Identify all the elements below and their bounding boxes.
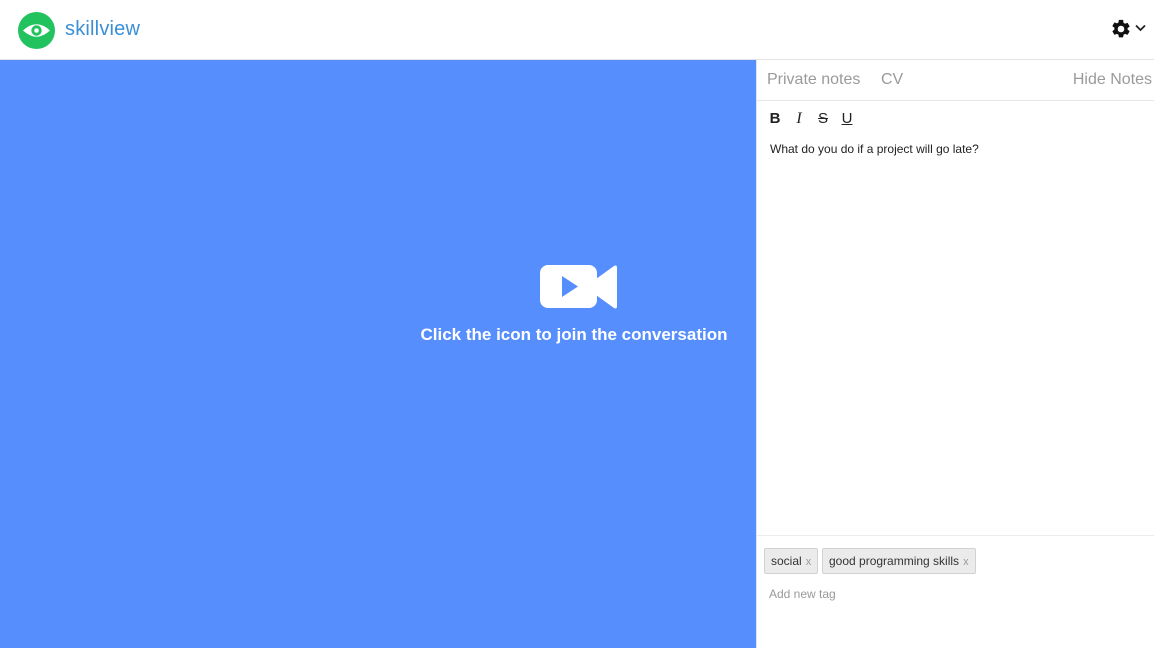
notes-panel: Private notes CV Hide Notes B I S U What… bbox=[756, 60, 1154, 648]
notes-editor[interactable]: What do you do if a project will go late… bbox=[770, 142, 1146, 522]
video-camera-icon[interactable] bbox=[540, 264, 617, 310]
app-header: skillview bbox=[0, 0, 1154, 60]
remove-tag-button[interactable]: x bbox=[806, 556, 812, 568]
tag-good-programming-skills: good programming skills x bbox=[822, 548, 976, 574]
tab-cv[interactable]: CV bbox=[881, 71, 903, 89]
brand-name[interactable]: skillview bbox=[65, 18, 140, 41]
tag-label: good programming skills bbox=[829, 554, 960, 568]
join-conversation-text: Click the icon to join the conversation bbox=[420, 325, 728, 344]
notes-tabs: Private notes CV Hide Notes bbox=[757, 60, 1154, 101]
hide-notes-button[interactable]: Hide Notes bbox=[1073, 71, 1152, 89]
remove-tag-button[interactable]: x bbox=[963, 556, 969, 568]
gear-icon bbox=[1112, 19, 1130, 38]
tags-area: social x good programming skills x bbox=[757, 535, 1154, 648]
tag-social: social x bbox=[764, 548, 819, 574]
add-new-tag-input[interactable] bbox=[769, 586, 1029, 602]
video-area: Click the icon to join the conversation bbox=[0, 60, 756, 648]
tag-label: social bbox=[771, 554, 802, 568]
logo-eye-icon[interactable] bbox=[18, 12, 55, 49]
underline-button[interactable]: U bbox=[839, 110, 855, 128]
bold-button[interactable]: B bbox=[767, 110, 783, 128]
tab-private-notes[interactable]: Private notes bbox=[767, 71, 860, 89]
italic-button[interactable]: I bbox=[791, 110, 807, 128]
strikethrough-button[interactable]: S bbox=[815, 110, 831, 128]
chevron-down-icon bbox=[1135, 24, 1146, 32]
settings-menu-button[interactable] bbox=[1110, 18, 1150, 42]
